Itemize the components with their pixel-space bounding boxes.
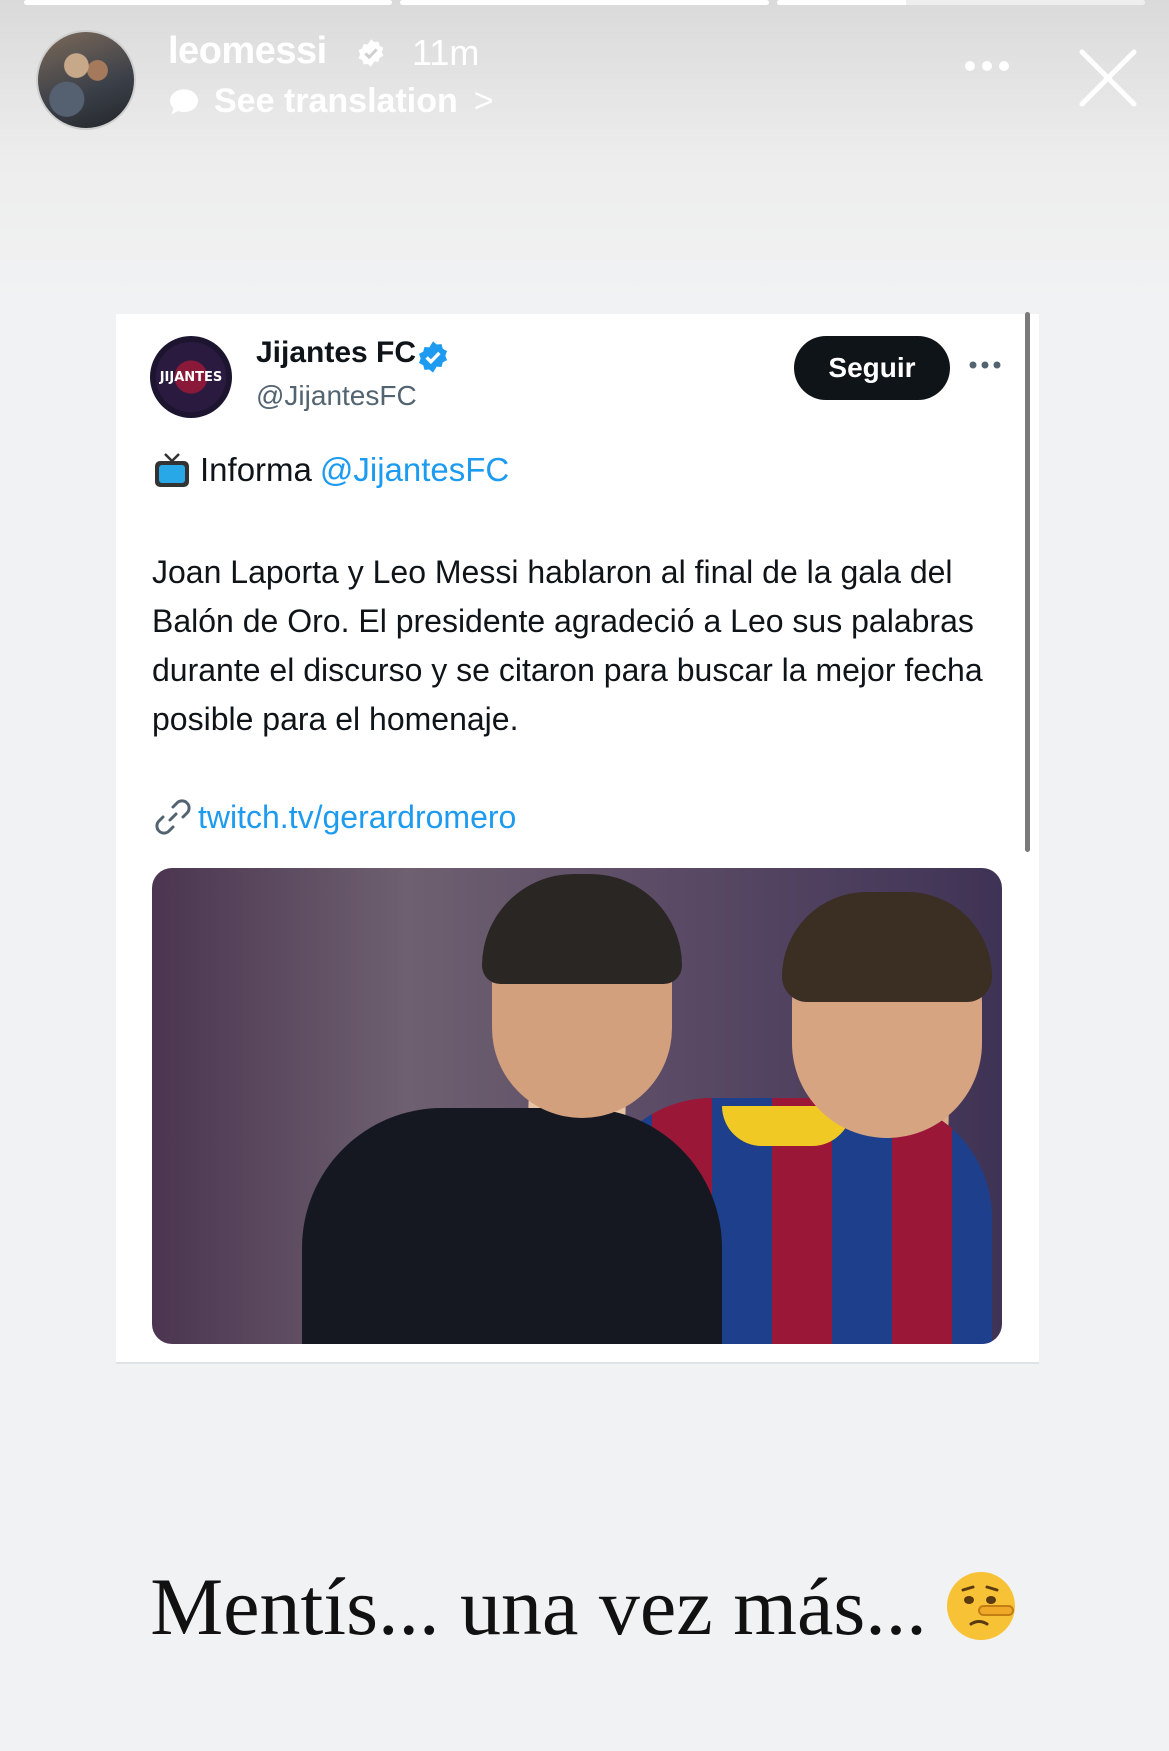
link-text: twitch.tv/gerardromero <box>198 798 517 835</box>
photo-hair-left <box>482 874 682 984</box>
tv-icon <box>155 453 189 487</box>
verified-badge-icon <box>418 341 448 373</box>
more-dots-icon[interactable] <box>962 56 1012 76</box>
caption-text: Mentís... una vez más... <box>150 1561 927 1652</box>
see-translation-label: See translation <box>214 82 458 120</box>
story-caption: Mentís... una vez más... <box>0 1560 1169 1654</box>
tweet-author-avatar[interactable]: JIJANTES <box>150 336 232 418</box>
tweet-info-line: Informa @JijantesFC <box>152 450 509 490</box>
lying-face-emoji-icon <box>946 1572 1015 1640</box>
profile-avatar[interactable] <box>36 30 136 130</box>
story-time: 11m <box>412 32 480 73</box>
progress-segment <box>400 0 769 5</box>
photo-jacket <box>302 1108 722 1344</box>
progress-segment <box>24 0 393 5</box>
photo-hair-right <box>782 892 992 1002</box>
scrollbar[interactable] <box>1025 312 1030 852</box>
follow-button[interactable]: Seguir <box>794 336 950 400</box>
tweet-display-name[interactable]: Jijantes FC <box>256 336 416 370</box>
story-username[interactable]: leomessi <box>168 30 327 73</box>
info-prefix: Informa <box>200 451 312 488</box>
speech-bubble-icon <box>170 88 198 115</box>
chevron-right-icon: > <box>473 82 494 120</box>
avatar-logo-text: JIJANTES <box>159 369 223 385</box>
link-icon <box>155 799 191 835</box>
verified-badge-icon <box>358 39 384 67</box>
more-dots-icon[interactable] <box>968 360 1002 370</box>
mention-link[interactable]: @JijantesFC <box>320 451 509 489</box>
divider <box>116 1362 1039 1364</box>
tweet-handle[interactable]: @JijantesFC <box>256 380 417 412</box>
progress-segment <box>776 0 1145 5</box>
tweet-photo[interactable] <box>152 868 1002 1344</box>
tweet-link[interactable]: twitch.tv/gerardromero <box>152 796 516 838</box>
close-icon[interactable] <box>1076 46 1140 110</box>
see-translation-button[interactable]: See translation > <box>168 82 494 121</box>
tweet-text: Joan Laporta y Leo Messi hablaron al fin… <box>152 554 983 737</box>
story-progress <box>24 0 1145 6</box>
